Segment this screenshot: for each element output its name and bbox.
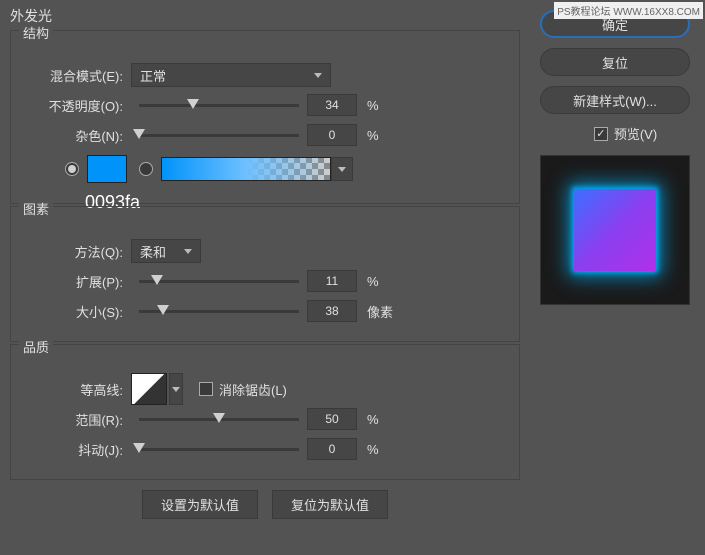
label-spread: 扩展(P): [23, 272, 123, 291]
unit-pixels: 像素 [367, 302, 397, 321]
reset-button[interactable]: 复位 [540, 48, 690, 76]
color-swatch[interactable] [87, 155, 127, 183]
label-size: 大小(S): [23, 302, 123, 321]
label-jitter: 抖动(J): [23, 440, 123, 459]
noise-slider[interactable] [139, 125, 299, 145]
unit-percent: % [367, 442, 397, 457]
gradient-radio[interactable] [139, 162, 153, 176]
unit-percent: % [367, 274, 397, 289]
label-antialias: 消除锯齿(L) [219, 380, 287, 399]
chevron-down-icon [172, 387, 180, 392]
section-label-elements: 图素 [19, 199, 53, 218]
size-slider[interactable] [139, 301, 299, 321]
jitter-input[interactable] [307, 438, 357, 460]
reset-default-button[interactable]: 复位为默认值 [272, 490, 388, 519]
section-label-quality: 品质 [19, 337, 53, 356]
gradient-preview[interactable] [161, 157, 331, 181]
spread-slider[interactable] [139, 271, 299, 291]
antialias-checkbox[interactable] [199, 382, 213, 396]
unit-percent: % [367, 412, 397, 427]
range-input[interactable] [307, 408, 357, 430]
method-value: 柔和 [140, 242, 166, 261]
unit-percent: % [367, 128, 397, 143]
opacity-slider[interactable] [139, 95, 299, 115]
blend-mode-dropdown[interactable]: 正常 [131, 63, 331, 87]
contour-dropdown[interactable] [169, 373, 183, 405]
section-structure: 结构 混合模式(E): 正常 不透明度(O): % 杂色(N): % [10, 30, 520, 204]
label-preview: 预览(V) [614, 124, 657, 143]
label-blend-mode: 混合模式(E): [23, 66, 123, 85]
gradient-dropdown[interactable] [331, 157, 353, 181]
jitter-slider[interactable] [139, 439, 299, 459]
method-dropdown[interactable]: 柔和 [131, 239, 201, 263]
size-input[interactable] [307, 300, 357, 322]
chevron-down-icon [314, 73, 322, 78]
section-label-structure: 结构 [19, 23, 53, 42]
chevron-down-icon [184, 249, 192, 254]
spread-input[interactable] [307, 270, 357, 292]
new-style-button[interactable]: 新建样式(W)... [540, 86, 690, 114]
label-opacity: 不透明度(O): [23, 96, 123, 115]
blend-mode-value: 正常 [140, 66, 166, 85]
label-contour: 等高线: [23, 380, 123, 399]
range-slider[interactable] [139, 409, 299, 429]
chevron-down-icon [338, 167, 346, 172]
noise-input[interactable] [307, 124, 357, 146]
set-default-button[interactable]: 设置为默认值 [142, 490, 258, 519]
label-method: 方法(Q): [23, 242, 123, 261]
opacity-input[interactable] [307, 94, 357, 116]
right-panel: 确定 复位 新建样式(W)... 预览(V) [530, 0, 705, 555]
section-quality: 品质 等高线: 消除锯齿(L) 范围(R): % 抖动(J): % [10, 344, 520, 480]
color-radio[interactable] [65, 162, 79, 176]
label-range: 范围(R): [23, 410, 123, 429]
panel-title: 外发光 [10, 6, 520, 26]
preview-checkbox[interactable] [594, 127, 608, 141]
watermark: PS教程论坛 WWW.16XX8.COM [554, 2, 703, 19]
preview-box [540, 155, 690, 305]
outer-glow-panel: 外发光 结构 混合模式(E): 正常 不透明度(O): % 杂色(N): % [0, 0, 530, 555]
section-elements: 图素 方法(Q): 柔和 扩展(P): % 大小(S): 像素 [10, 206, 520, 342]
unit-percent: % [367, 98, 397, 113]
preview-swatch [574, 189, 656, 271]
contour-picker[interactable] [131, 373, 167, 405]
label-noise: 杂色(N): [23, 126, 123, 145]
